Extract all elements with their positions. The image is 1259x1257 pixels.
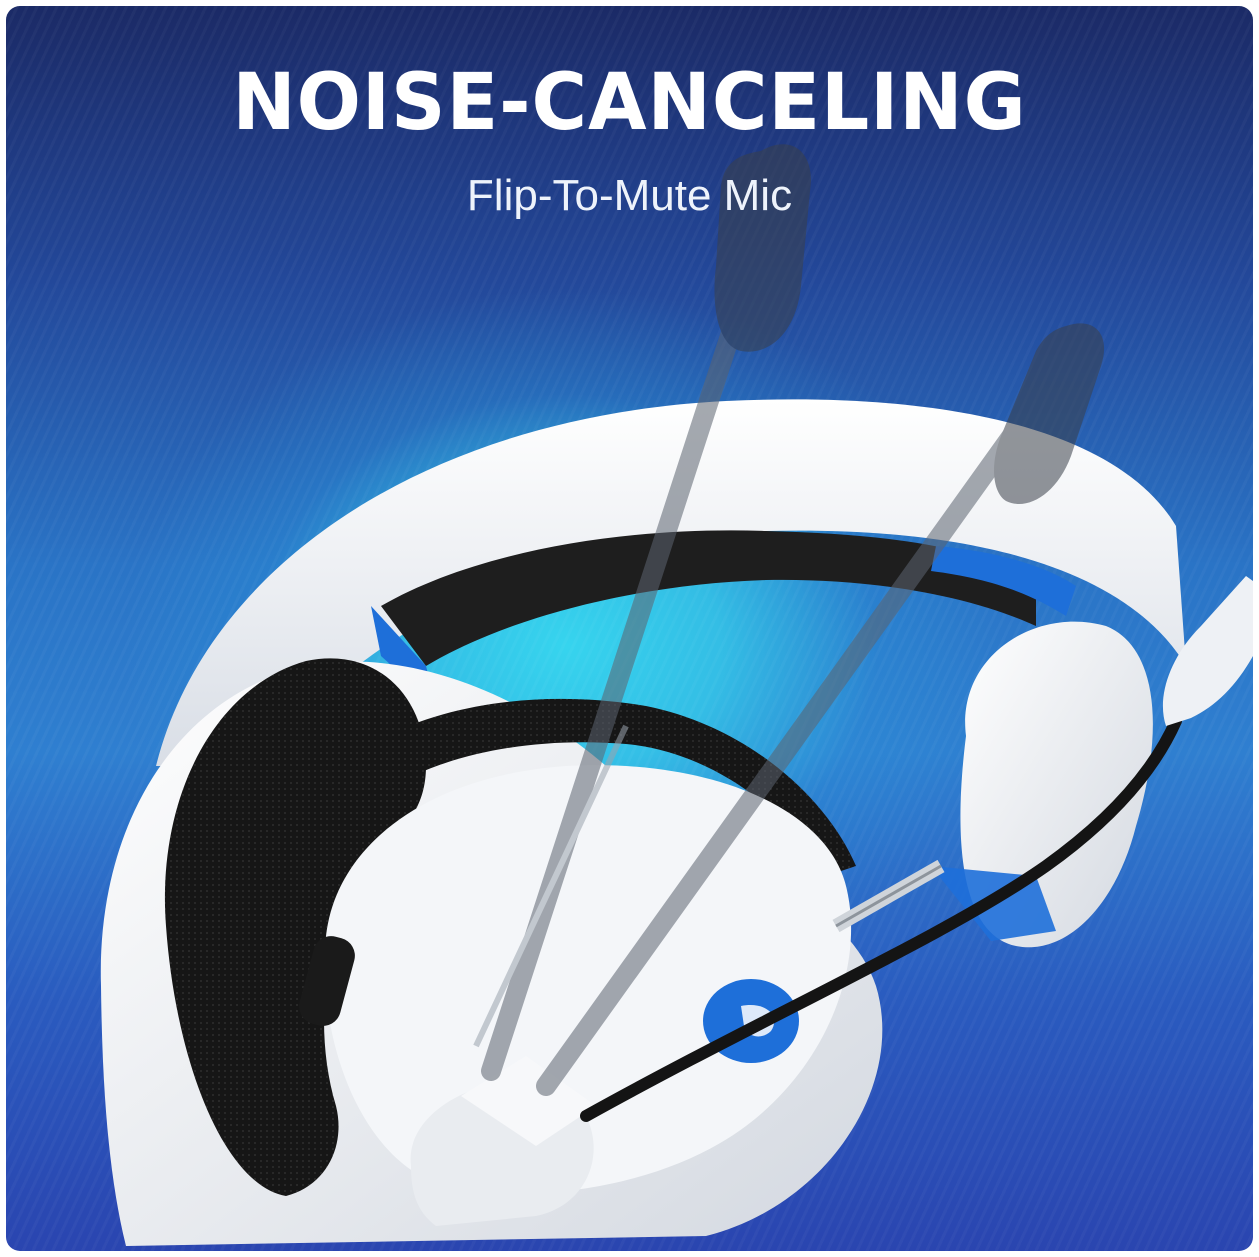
subheadline: Flip-To-Mute Mic (466, 171, 793, 220)
headline: NOISE-CANCELING (232, 58, 1027, 148)
product-image-card: NOISE-CANCELING Flip-To-Mute Mic (6, 6, 1253, 1251)
